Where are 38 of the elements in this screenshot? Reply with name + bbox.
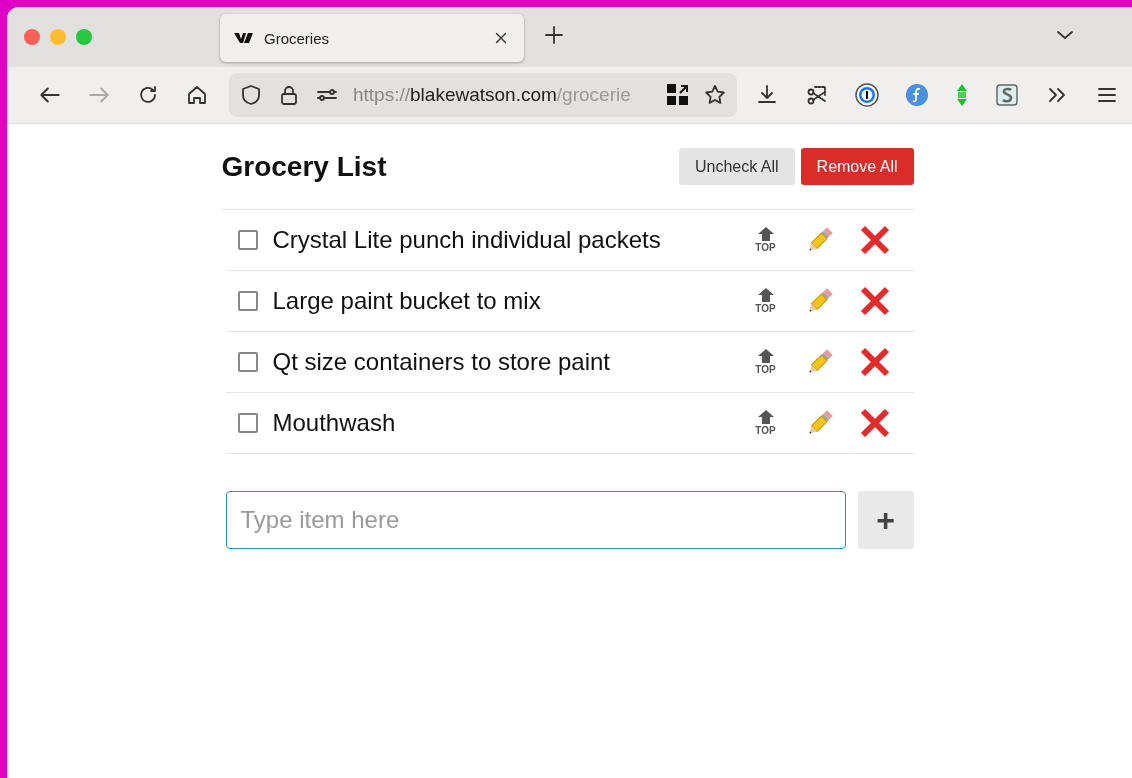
- scissors-icon[interactable]: [805, 83, 829, 107]
- url-text: https://blakewatson.com/grocerie: [353, 84, 632, 106]
- arrow-up-icon: [756, 349, 775, 363]
- close-window-button[interactable]: [24, 29, 40, 45]
- item-text: Qt size containers to store paint: [272, 348, 611, 376]
- password-manager-icon[interactable]: [855, 83, 879, 107]
- checkbox[interactable]: [237, 352, 258, 372]
- site-logo-icon: [234, 32, 254, 44]
- arrow-up-icon: [756, 410, 775, 424]
- checkbox[interactable]: [237, 230, 258, 250]
- remove-all-button[interactable]: Remove All: [800, 148, 914, 185]
- qr-code-icon[interactable]: [667, 84, 689, 106]
- shield-icon: [239, 83, 263, 107]
- arrow-up-icon: [756, 227, 775, 241]
- f-badge-icon[interactable]: [905, 83, 929, 107]
- item-text: Crystal Lite punch individual packets: [272, 226, 662, 254]
- add-button[interactable]: +: [857, 491, 914, 549]
- checkbox[interactable]: [237, 413, 258, 433]
- item-text: Large paint bucket to mix: [272, 287, 542, 315]
- move-to-top-button[interactable]: TOP: [745, 349, 786, 375]
- s-badge-icon[interactable]: [995, 83, 1019, 107]
- move-to-top-button[interactable]: TOP: [745, 288, 786, 314]
- move-to-top-button[interactable]: TOP: [745, 410, 786, 436]
- new-item-field[interactable]: Type item here: [225, 491, 846, 549]
- arrow-up-icon: [756, 288, 775, 302]
- star-icon[interactable]: [703, 83, 727, 107]
- delete-icon[interactable]: [859, 347, 890, 377]
- move-to-top-button[interactable]: TOP: [745, 227, 786, 253]
- page-title: Grocery List: [221, 150, 387, 183]
- checkbox[interactable]: [237, 291, 258, 311]
- delete-icon[interactable]: [859, 225, 890, 255]
- delete-icon[interactable]: [859, 286, 890, 316]
- browser-tab[interactable]: Groceries: [220, 14, 524, 62]
- uncheck-all-button[interactable]: Uncheck All: [679, 148, 795, 185]
- new-tab-icon[interactable]: [542, 23, 566, 47]
- item-text: Mouthwash: [272, 409, 397, 437]
- delete-icon[interactable]: [859, 408, 890, 438]
- address-bar[interactable]: https://blakewatson.com/grocerie: [229, 73, 737, 117]
